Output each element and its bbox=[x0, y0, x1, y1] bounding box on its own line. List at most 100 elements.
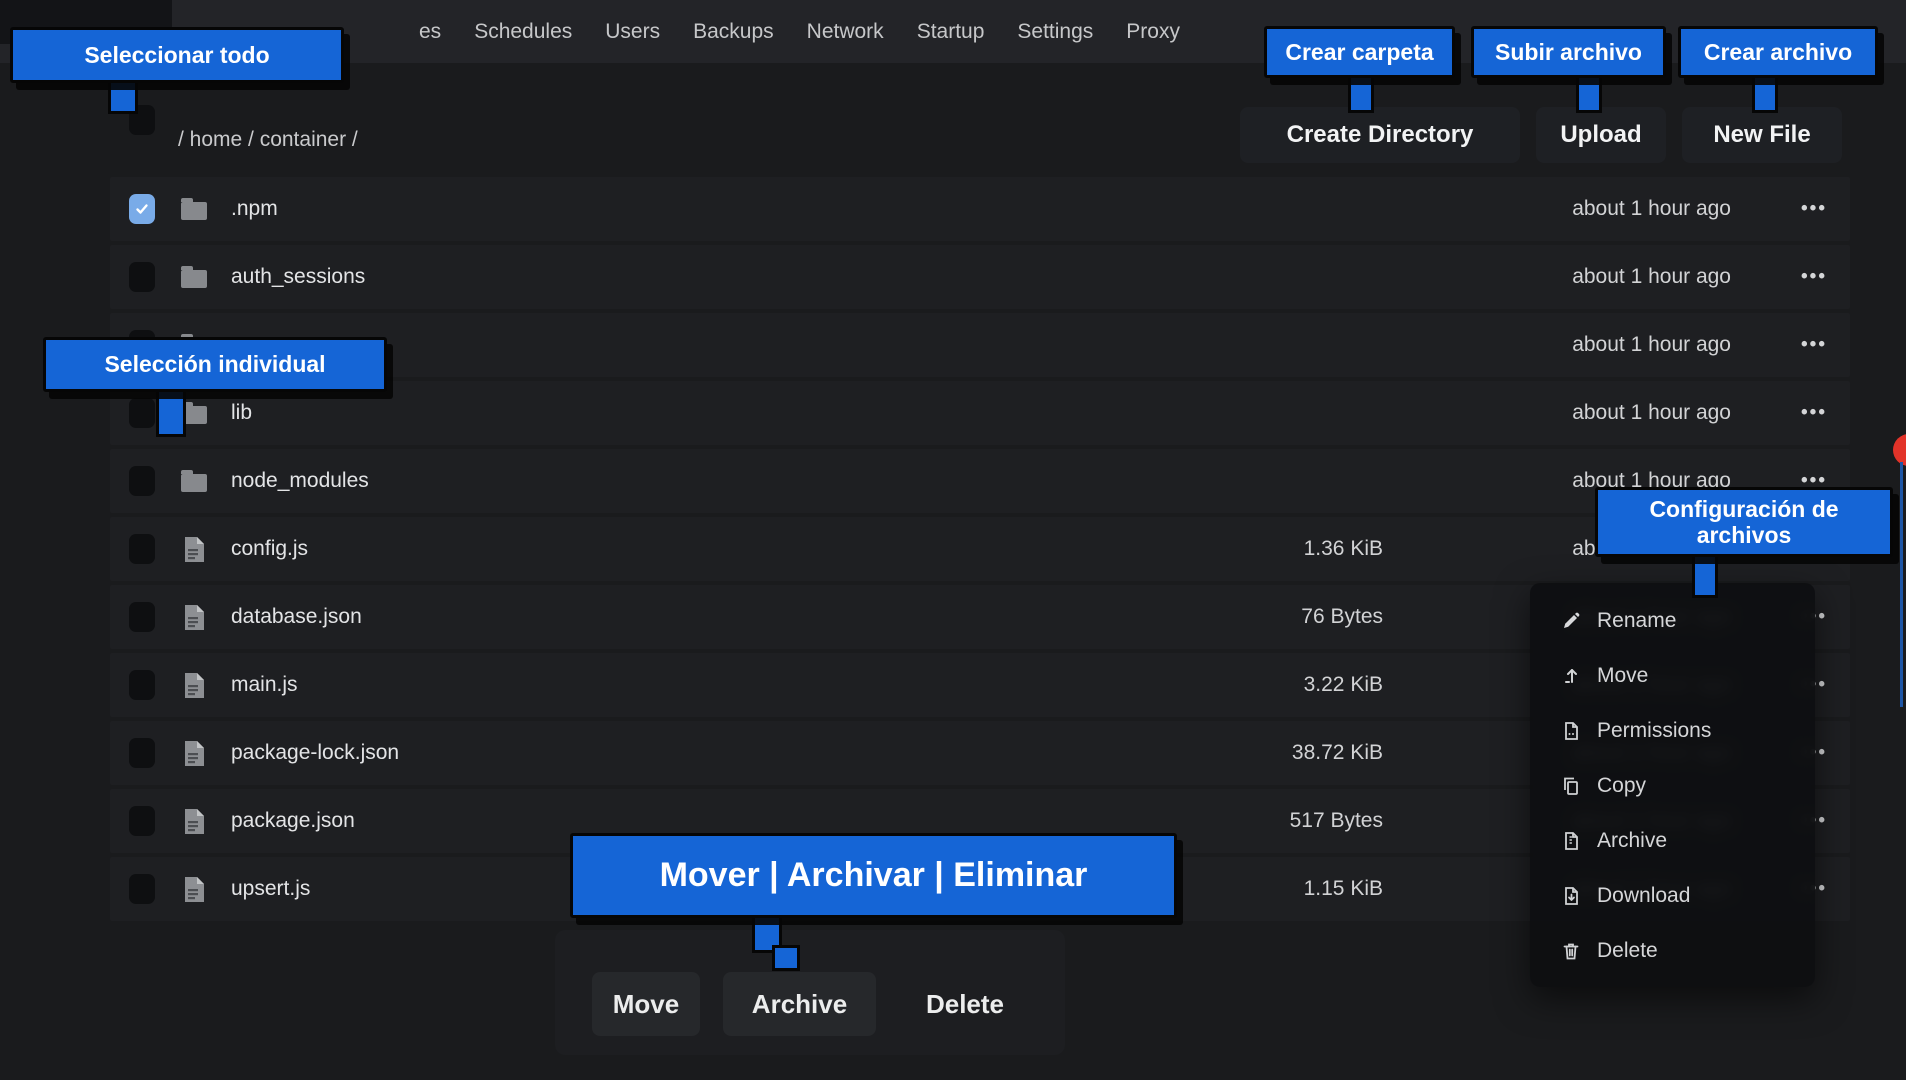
context-menu-label: Permissions bbox=[1597, 719, 1711, 743]
row-actions-button[interactable]: ••• bbox=[1801, 402, 1827, 424]
file-name[interactable]: main.js bbox=[231, 673, 298, 697]
nav-item[interactable]: Schedules bbox=[474, 20, 572, 44]
nav-item[interactable]: Startup bbox=[917, 20, 985, 44]
file-name[interactable]: .npm bbox=[231, 197, 278, 221]
callout-tail bbox=[156, 389, 186, 437]
folder-icon bbox=[181, 202, 207, 220]
callout-create-folder: Crear carpeta bbox=[1264, 26, 1455, 78]
context-menu-label: Move bbox=[1597, 664, 1648, 688]
row-checkbox[interactable] bbox=[129, 602, 155, 632]
file-modified: about 1 hour ago bbox=[1572, 333, 1731, 357]
file-size: 38.72 KiB bbox=[1292, 741, 1383, 765]
context-menu-item[interactable]: Archive bbox=[1530, 813, 1815, 868]
table-row[interactable]: .npm about 1 hour ago ••• bbox=[110, 177, 1850, 241]
row-checkbox[interactable] bbox=[129, 194, 155, 224]
callout-tail bbox=[1348, 75, 1374, 113]
file-toolbar: Create Directory Upload New File bbox=[1240, 107, 1842, 163]
row-checkbox[interactable] bbox=[129, 466, 155, 496]
row-checkbox[interactable] bbox=[129, 398, 155, 428]
move-icon bbox=[1560, 666, 1582, 686]
context-menu-item[interactable]: Permissions bbox=[1530, 703, 1815, 758]
row-checkbox[interactable] bbox=[129, 806, 155, 836]
file-name[interactable]: package.json bbox=[231, 809, 355, 833]
file-modified: about 1 hour ago bbox=[1572, 401, 1731, 425]
download-icon bbox=[1560, 886, 1582, 906]
callout-select-all: Seleccionar todo bbox=[10, 27, 344, 83]
row-checkbox[interactable] bbox=[129, 670, 155, 700]
upload-button[interactable]: Upload bbox=[1536, 107, 1666, 163]
row-checkbox[interactable] bbox=[129, 262, 155, 292]
edge-line bbox=[1900, 462, 1903, 707]
file-size: 1.15 KiB bbox=[1304, 877, 1383, 901]
archive-icon bbox=[1560, 831, 1582, 851]
table-row[interactable]: config.js 1.36 KiB about 1 hour ago ••• bbox=[110, 517, 1850, 581]
new-file-button[interactable]: New File bbox=[1682, 107, 1842, 163]
file-context-menu: Rename Move Permissions Copy Archive Dow… bbox=[1530, 583, 1815, 987]
context-menu-item[interactable]: Download bbox=[1530, 868, 1815, 923]
callout-bulk-actions: Mover | Archivar | Eliminar bbox=[570, 833, 1177, 918]
permissions-icon bbox=[1560, 721, 1582, 741]
bulk-action-bar: Move Archive Delete bbox=[555, 930, 1065, 1055]
delete-button[interactable]: Delete bbox=[910, 972, 1020, 1036]
row-checkbox[interactable] bbox=[129, 534, 155, 564]
context-menu-label: Rename bbox=[1597, 609, 1676, 633]
file-name[interactable]: upsert.js bbox=[231, 877, 310, 901]
file-name[interactable]: auth_sessions bbox=[231, 265, 365, 289]
row-actions-button[interactable]: ••• bbox=[1801, 334, 1827, 356]
nav-item[interactable]: es bbox=[419, 20, 441, 44]
table-row[interactable]: node_modules about 1 hour ago ••• bbox=[110, 449, 1850, 513]
context-menu-item[interactable]: Rename bbox=[1530, 593, 1815, 648]
copy-icon bbox=[1560, 776, 1582, 796]
archive-button[interactable]: Archive bbox=[723, 972, 876, 1036]
context-menu-label: Download bbox=[1597, 884, 1690, 908]
callout-tail bbox=[108, 80, 138, 114]
context-menu-item[interactable]: Delete bbox=[1530, 923, 1815, 978]
file-size: 1.36 KiB bbox=[1304, 537, 1383, 561]
pencil-icon bbox=[1560, 611, 1582, 631]
row-actions-button[interactable]: ••• bbox=[1801, 198, 1827, 220]
main-nav: es Schedules Users Backups Network Startup Set… bbox=[419, 0, 1180, 63]
file-size: 76 Bytes bbox=[1301, 605, 1383, 629]
checkmark-icon bbox=[134, 201, 150, 217]
context-menu-label: Copy bbox=[1597, 774, 1646, 798]
move-button[interactable]: Move bbox=[592, 972, 700, 1036]
file-size: 517 Bytes bbox=[1290, 809, 1383, 833]
file-name[interactable]: node_modules bbox=[231, 469, 369, 493]
context-menu-label: Archive bbox=[1597, 829, 1667, 853]
create-directory-button[interactable]: Create Directory bbox=[1240, 107, 1520, 163]
table-row[interactable]: auth_sessions about 1 hour ago ••• bbox=[110, 245, 1850, 309]
breadcrumb[interactable]: / home / container / bbox=[178, 128, 358, 152]
callout-individual-select: Selección individual bbox=[43, 337, 387, 392]
row-actions-button[interactable]: ••• bbox=[1801, 266, 1827, 288]
file-size: 3.22 KiB bbox=[1304, 673, 1383, 697]
file-name[interactable]: package-lock.json bbox=[231, 741, 399, 765]
file-icon bbox=[184, 876, 205, 903]
callout-upload-file: Subir archivo bbox=[1471, 26, 1666, 78]
folder-icon bbox=[181, 474, 207, 492]
file-name[interactable]: database.json bbox=[231, 605, 362, 629]
callout-tail bbox=[1752, 75, 1778, 113]
file-modified: about 1 hour ago bbox=[1572, 265, 1731, 289]
file-name[interactable]: config.js bbox=[231, 537, 308, 561]
file-icon bbox=[184, 808, 205, 835]
row-checkbox[interactable] bbox=[129, 738, 155, 768]
context-menu-item[interactable]: Copy bbox=[1530, 758, 1815, 813]
file-name[interactable]: lib bbox=[231, 401, 252, 425]
callout-create-file: Crear archivo bbox=[1678, 26, 1878, 78]
nav-item[interactable]: Network bbox=[807, 20, 884, 44]
row-checkbox[interactable] bbox=[129, 874, 155, 904]
nav-item[interactable]: Backups bbox=[693, 20, 774, 44]
nav-item[interactable]: Users bbox=[605, 20, 660, 44]
nav-item[interactable]: Settings bbox=[1017, 20, 1093, 44]
context-menu-label: Delete bbox=[1597, 939, 1658, 963]
file-icon bbox=[184, 672, 205, 699]
callout-tail bbox=[1576, 75, 1602, 113]
file-icon bbox=[184, 740, 205, 767]
trash-icon bbox=[1560, 941, 1582, 961]
callout-tail bbox=[1692, 554, 1718, 598]
folder-icon bbox=[181, 270, 207, 288]
file-modified: about 1 hour ago bbox=[1572, 197, 1731, 221]
nav-item[interactable]: Proxy bbox=[1126, 20, 1180, 44]
callout-file-settings: Configuración de archivos bbox=[1595, 487, 1893, 557]
context-menu-item[interactable]: Move bbox=[1530, 648, 1815, 703]
